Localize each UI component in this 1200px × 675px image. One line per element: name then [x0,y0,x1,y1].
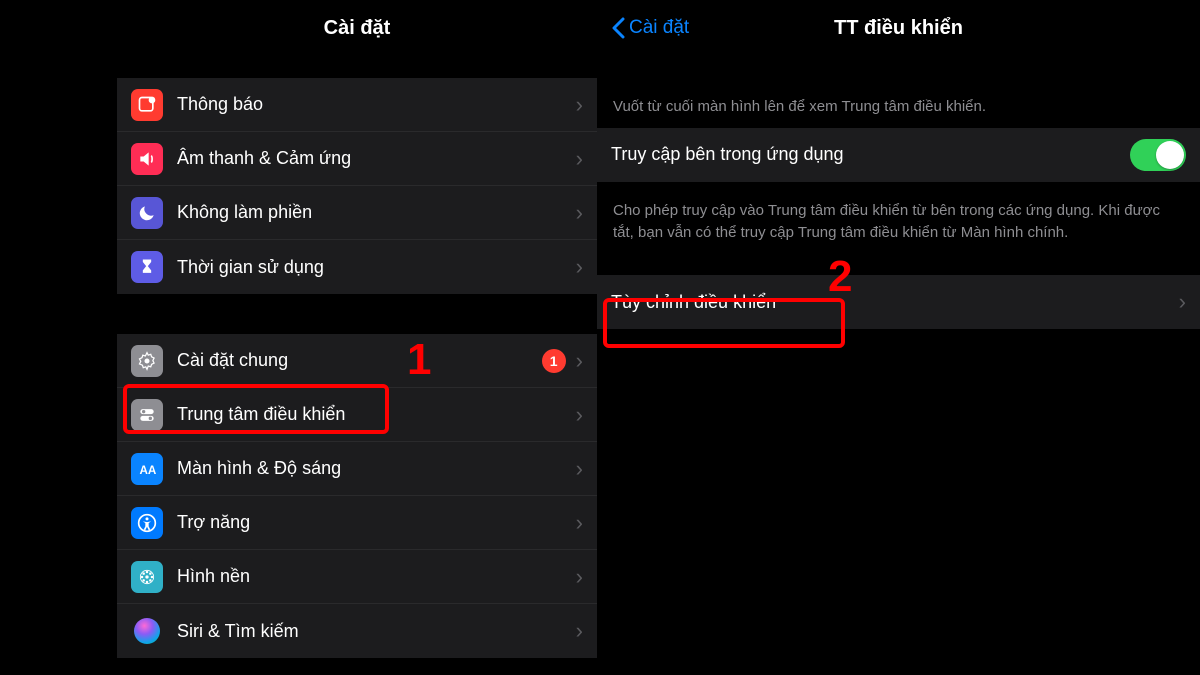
chevron-right-icon: › [1179,289,1186,315]
row-label: Siri & Tìm kiếm [177,621,576,642]
chevron-right-icon: › [576,200,583,226]
sound-icon [131,143,163,175]
row-siri[interactable]: Siri & Tìm kiếm › [117,604,597,658]
row-label: Âm thanh & Cảm ứng [177,148,576,169]
row-screentime[interactable]: Thời gian sử dụng › [117,240,597,294]
chevron-right-icon: › [576,510,583,536]
row-customize-controls[interactable]: Tùy chỉnh điều khiển › [597,275,1200,329]
row-notifications[interactable]: Thông báo › [117,78,597,132]
chevron-right-icon: › [576,618,583,644]
chevron-right-icon: › [576,146,583,172]
chevron-right-icon: › [576,92,583,118]
row-label: Tùy chỉnh điều khiển [611,292,1179,313]
row-wallpaper[interactable]: Hình nền › [117,550,597,604]
settings-group-2: Cài đặt chung 1 › Trung tâm điều khiển ›… [117,334,597,658]
settings-group-1: Thông báo › Âm thanh & Cảm ứng › Không l… [117,78,597,294]
header: Cài đặt TT điều khiển [597,0,1200,56]
chevron-right-icon: › [576,254,583,280]
gear-icon [131,345,163,377]
toggle-caption: Cho phép truy cập vào Trung tâm điều khi… [597,182,1200,254]
back-button[interactable]: Cài đặt [611,17,689,39]
chevron-right-icon: › [576,564,583,590]
accessibility-icon [131,507,163,539]
page-title: TT điều khiển [834,17,963,40]
toggle-switch[interactable] [1130,139,1186,171]
switches-icon [131,399,163,431]
header-title: Cài đặt [117,0,597,56]
chevron-right-icon: › [576,456,583,482]
row-label: Thông báo [177,94,576,115]
row-access-in-apps[interactable]: Truy cập bên trong ứng dụng [597,128,1200,182]
chevron-right-icon: › [576,402,583,428]
hint-text: Vuốt từ cuối màn hình lên để xem Trung t… [597,56,1200,128]
row-control-center[interactable]: Trung tâm điều khiển › [117,388,597,442]
page-title: Cài đặt [324,17,391,40]
row-accessibility[interactable]: Trợ năng › [117,496,597,550]
row-dnd[interactable]: Không làm phiền › [117,186,597,240]
svg-text:AA: AA [140,464,157,477]
wallpaper-icon [131,561,163,593]
row-label: Không làm phiền [177,202,576,223]
hourglass-icon [131,251,163,283]
back-label: Cài đặt [629,17,689,39]
row-label: Thời gian sử dụng [177,257,576,278]
chevron-right-icon: › [576,348,583,374]
textsize-icon: AA [131,453,163,485]
row-label: Màn hình & Độ sáng [177,458,576,479]
settings-screen: Cài đặt Thông báo › Âm thanh & Cảm ứng › [117,0,597,675]
badge-count: 1 [542,349,566,373]
notification-icon [131,89,163,121]
row-display[interactable]: AA Màn hình & Độ sáng › [117,442,597,496]
row-label: Trung tâm điều khiển [177,404,576,425]
moon-icon [131,197,163,229]
row-label: Trợ năng [177,512,576,533]
row-general[interactable]: Cài đặt chung 1 › [117,334,597,388]
row-label: Cài đặt chung [177,350,542,371]
row-label: Hình nền [177,566,576,587]
toggle-label: Truy cập bên trong ứng dụng [611,144,1130,165]
row-sounds[interactable]: Âm thanh & Cảm ứng › [117,132,597,186]
siri-icon [131,615,163,647]
control-center-screen: Cài đặt TT điều khiển Vuốt từ cuối màn h… [597,0,1200,675]
